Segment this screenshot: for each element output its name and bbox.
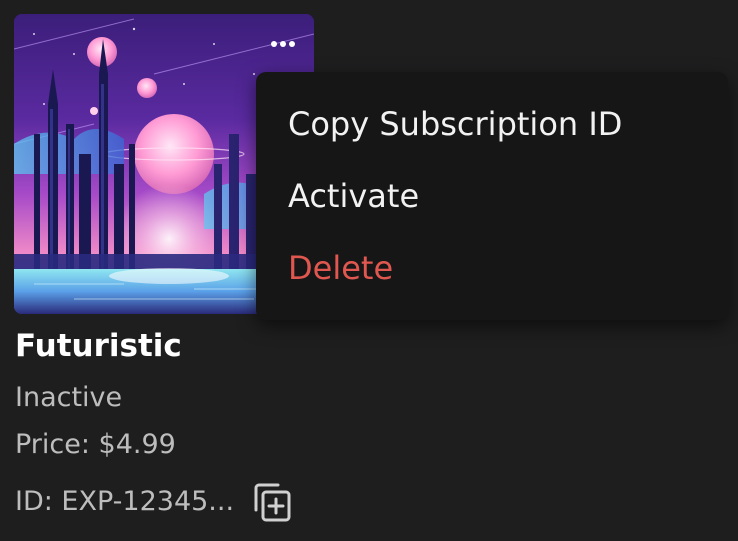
- menu-item-copy-subscription-id[interactable]: Copy Subscription ID: [288, 104, 622, 144]
- subscription-card: Copy Subscription ID Activate Delete Fut…: [0, 0, 738, 541]
- subscription-status: Inactive: [15, 382, 123, 413]
- menu-item-delete[interactable]: Delete: [288, 248, 393, 288]
- subscription-id: ID: EXP-12345...: [15, 486, 235, 517]
- options-menu: Copy Subscription ID Activate Delete: [256, 72, 728, 320]
- menu-item-activate[interactable]: Activate: [288, 176, 419, 216]
- copy-plus-icon[interactable]: [250, 480, 294, 524]
- subscription-id-row: ID: EXP-12345...: [15, 482, 294, 522]
- more-options-button[interactable]: [256, 19, 310, 69]
- more-dot: [280, 41, 286, 47]
- subscription-title: Futuristic: [15, 328, 182, 364]
- subscription-price: Price: $4.99: [15, 429, 176, 460]
- more-dot: [271, 41, 277, 47]
- more-dot: [289, 41, 295, 47]
- more-horizontal-icon: [271, 41, 295, 47]
